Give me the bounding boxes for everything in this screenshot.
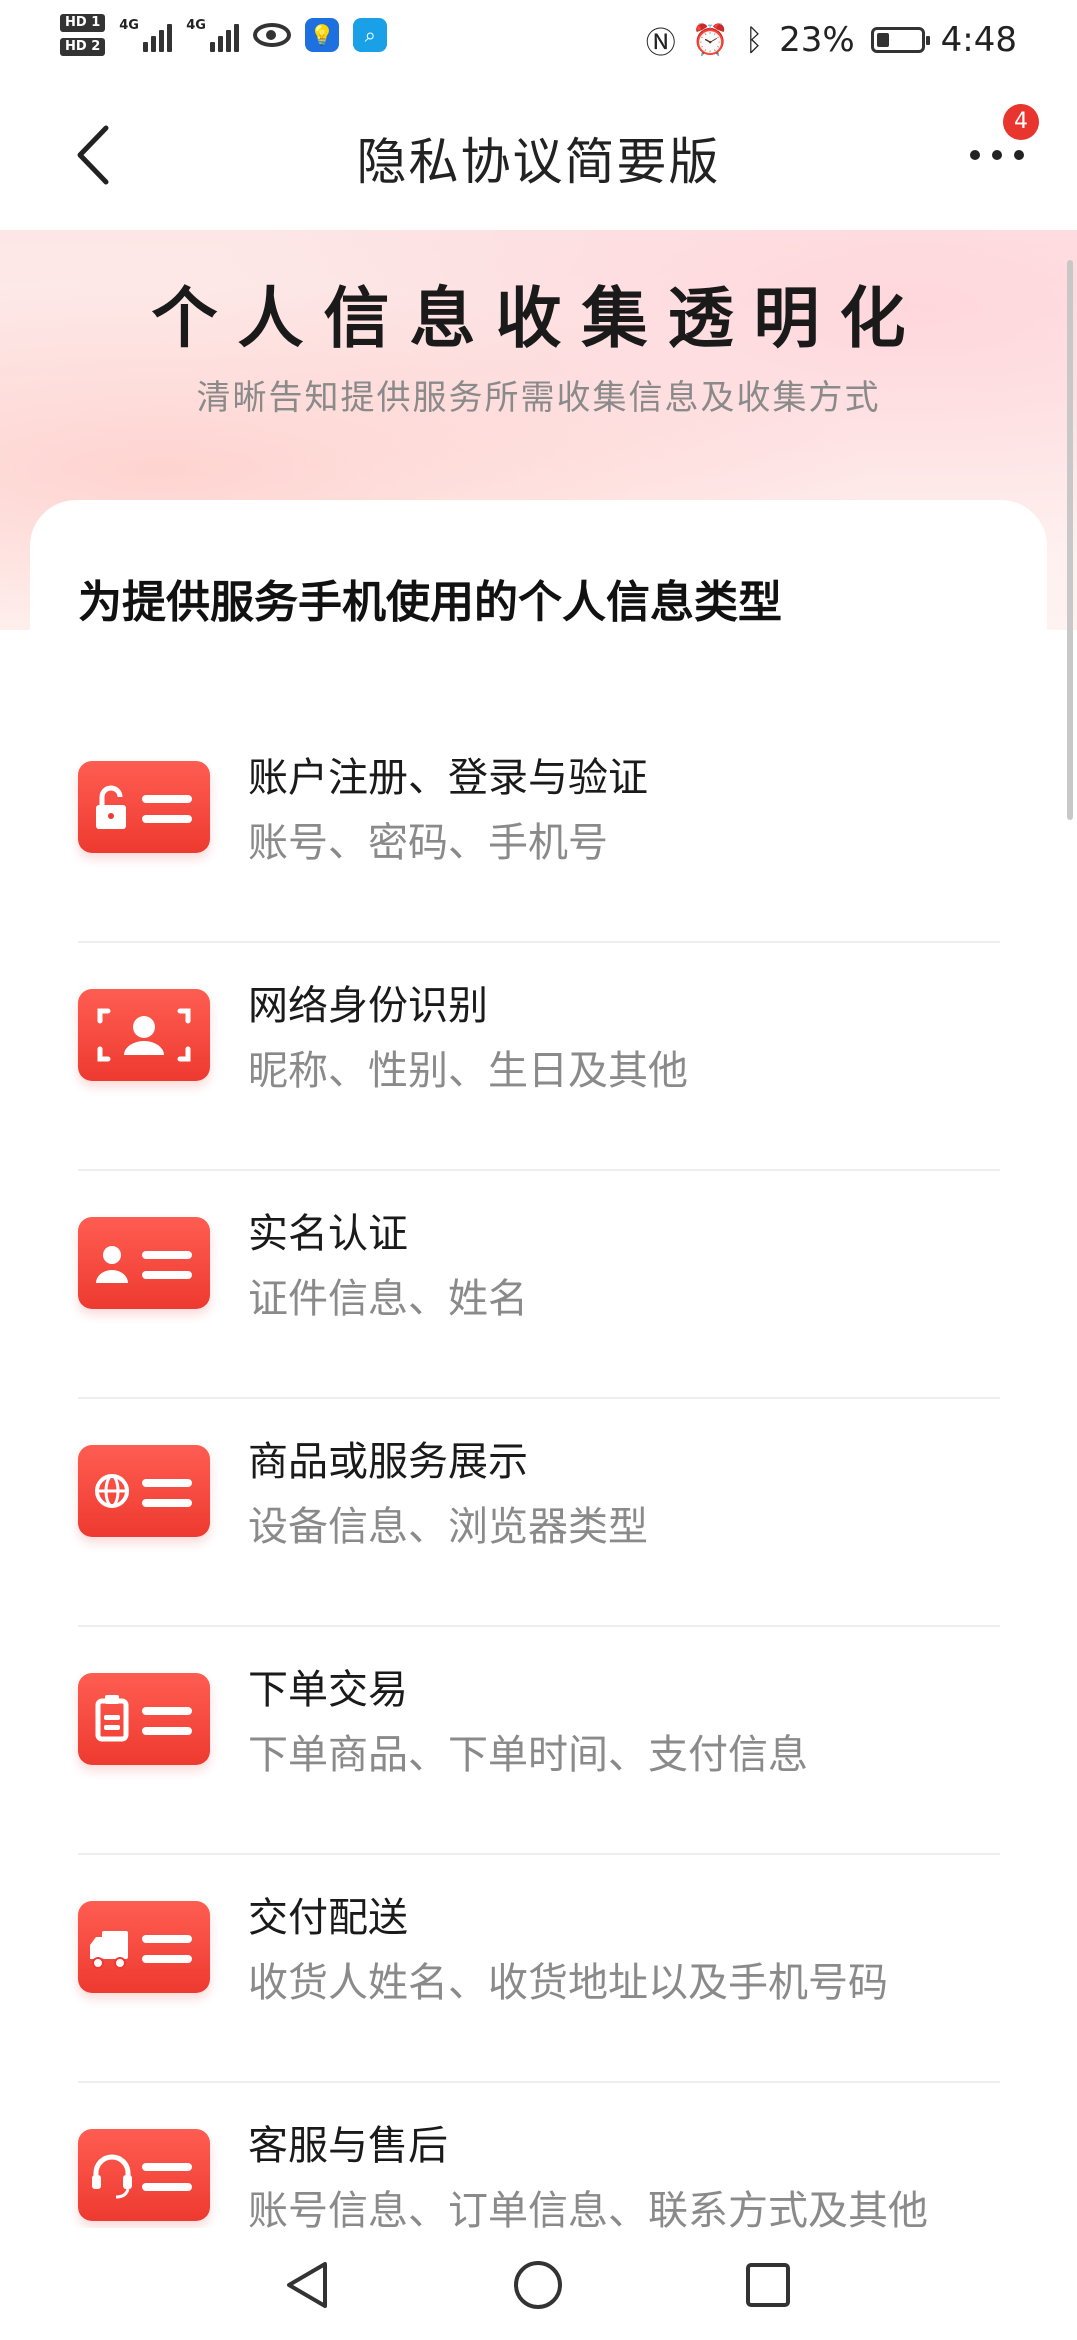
search-app-icon: ⌕ <box>353 18 388 52</box>
signal-1-icon: 4G <box>119 18 173 52</box>
list-item[interactable]: 下单交易 下单商品、下单时间、支付信息 <box>78 1627 1000 1855</box>
headset-card-icon <box>78 2129 210 2221</box>
status-bar: HD 1 HD 2 4G 4G 💡 ⌕ Ⓝ ⏰ ᛒ 23% 4:48 <box>0 0 1077 80</box>
bulb-app-icon: 💡 <box>305 18 340 52</box>
net1-label: 4G <box>119 18 139 33</box>
item-title: 商品或服务展示 <box>248 1439 528 1485</box>
item-title: 实名认证 <box>248 1211 408 1257</box>
hero-subtitle: 清晰告知提供服务所需收集信息及收集方式 <box>196 378 881 418</box>
item-desc: 收货人姓名、收货地址以及手机号码 <box>248 1960 888 2006</box>
battery-percent: 23% <box>779 20 855 60</box>
battery-icon <box>870 27 930 53</box>
sim-indicators: HD 1 HD 2 <box>60 14 106 56</box>
bluetooth-icon: ᛒ <box>745 22 764 58</box>
item-title: 网络身份识别 <box>248 983 488 1029</box>
item-desc: 证件信息、姓名 <box>248 1276 528 1322</box>
more-dot-icon <box>970 150 980 160</box>
item-title: 账户注册、登录与验证 <box>248 755 648 801</box>
net2-label: 4G <box>186 18 206 33</box>
truck-card-icon <box>78 1901 210 1993</box>
info-types-card: 为提供服务手机使用的个人信息类型 账户注册、登录与验证 账号、密码、手机号 网络… <box>30 500 1047 2240</box>
title-bar: 隐私协议简要版 4 <box>0 80 1077 230</box>
item-desc: 昵称、性别、生日及其他 <box>248 1048 688 1094</box>
info-type-list: 账户注册、登录与验证 账号、密码、手机号 网络身份识别 昵称、性别、生日及其他 <box>78 715 1000 2311</box>
notification-badge: 4 <box>1003 104 1039 140</box>
item-title: 交付配送 <box>248 1895 408 1941</box>
circle-home-icon <box>514 2261 562 2309</box>
more-dot-icon <box>1014 150 1024 160</box>
more-dot-icon <box>992 150 1002 160</box>
sim1-label: HD 1 <box>60 14 106 32</box>
item-desc: 账号、密码、手机号 <box>248 820 608 866</box>
globe-card-icon <box>78 1445 210 1537</box>
scrollbar[interactable] <box>1067 260 1073 820</box>
status-bar-left: HD 1 HD 2 4G 4G 💡 ⌕ <box>60 14 388 56</box>
nav-back-button[interactable] <box>273 2250 343 2320</box>
section-title: 为提供服务手机使用的个人信息类型 <box>78 577 782 628</box>
status-bar-right: Ⓝ ⏰ ᛒ 23% 4:48 <box>646 14 1017 66</box>
hero-title: 个人信息收集透明化 <box>151 280 926 357</box>
nav-home-button[interactable] <box>503 2250 573 2320</box>
item-title: 客服与售后 <box>248 2123 448 2169</box>
clipboard-card-icon <box>78 1673 210 1765</box>
alarm-icon: ⏰ <box>691 22 730 58</box>
system-nav-bar <box>0 2228 1077 2340</box>
nfc-icon: Ⓝ <box>645 26 676 61</box>
nav-recents-button[interactable] <box>733 2250 803 2320</box>
list-item[interactable]: 实名认证 证件信息、姓名 <box>78 1171 1000 1399</box>
list-item[interactable]: 商品或服务展示 设备信息、浏览器类型 <box>78 1399 1000 1627</box>
clock: 4:48 <box>940 20 1017 60</box>
page-title: 隐私协议简要版 <box>356 133 721 191</box>
list-item[interactable]: 账户注册、登录与验证 账号、密码、手机号 <box>78 715 1000 943</box>
eye-icon <box>253 23 292 47</box>
lock-card-icon <box>78 761 210 853</box>
item-title: 下单交易 <box>248 1667 408 1713</box>
item-desc: 设备信息、浏览器类型 <box>248 1504 648 1550</box>
list-item[interactable]: 交付配送 收货人姓名、收货地址以及手机号码 <box>78 1855 1000 2083</box>
face-scan-icon <box>78 989 210 1081</box>
sim2-label: HD 2 <box>60 38 106 56</box>
square-recents-icon <box>746 2263 790 2307</box>
signal-2-icon: 4G <box>186 18 240 52</box>
id-card-icon <box>78 1217 210 1309</box>
list-item[interactable]: 网络身份识别 昵称、性别、生日及其他 <box>78 943 1000 1171</box>
item-desc: 下单商品、下单时间、支付信息 <box>248 1732 808 1778</box>
triangle-back-icon <box>287 2262 327 2308</box>
